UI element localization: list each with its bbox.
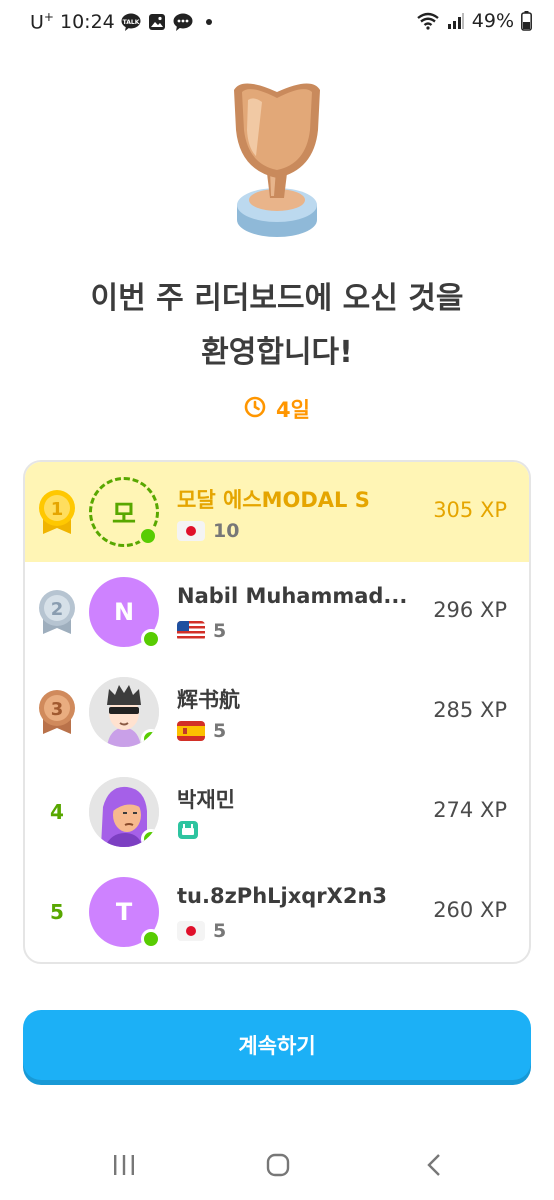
- rank-number: 4: [50, 800, 64, 824]
- avatar[interactable]: 모: [89, 477, 159, 547]
- gold-medal-icon: 1: [33, 486, 81, 538]
- clock-icon: [244, 396, 266, 423]
- signal-icon: [446, 11, 466, 31]
- xp-value: 285 XP: [433, 698, 507, 722]
- bronze-trophy-icon: [222, 70, 332, 250]
- spain-flag-icon: [177, 721, 205, 741]
- continue-button[interactable]: 계속하기: [23, 1010, 531, 1080]
- page-title: 이번 주 리더보드에 오신 것을 환영합니다!: [0, 272, 554, 380]
- user-name: 모달 에스MODAL S: [177, 488, 370, 512]
- leaderboard-row[interactable]: 2 N Nabil Muhammad... 5 296 XP: [25, 562, 529, 662]
- svg-text:TALK: TALK: [122, 19, 139, 26]
- home-icon[interactable]: [258, 1150, 298, 1180]
- online-indicator: [141, 729, 159, 747]
- back-icon[interactable]: [414, 1150, 454, 1180]
- streak-count: 5: [213, 920, 227, 942]
- svg-text:3: 3: [51, 699, 64, 720]
- svg-text:1: 1: [51, 499, 64, 520]
- title-line-1: 이번 주 리더보드에 오신 것을: [90, 281, 464, 316]
- avatar[interactable]: T: [89, 877, 161, 949]
- system-nav-bar: [0, 1130, 554, 1200]
- leaderboard-row[interactable]: 5 T tu.8zPhLjxqrX2n3 5 260 XP: [25, 862, 529, 962]
- streak-count: 5: [213, 620, 227, 642]
- talk-icon: TALK: [121, 12, 141, 32]
- japan-flag-icon: [177, 921, 205, 941]
- clock: 10:24: [59, 10, 115, 33]
- user-name: 박재민: [177, 788, 235, 812]
- svg-text:2: 2: [51, 599, 64, 620]
- time-remaining: 4일: [0, 394, 554, 424]
- user-meta: 5: [177, 620, 226, 642]
- xp-value: 260 XP: [433, 898, 507, 922]
- xp-value: 274 XP: [433, 798, 507, 822]
- user-meta: [177, 820, 207, 840]
- status-bar: U+ 10:24 TALK 49%: [0, 0, 554, 48]
- battery-percent: 49%: [471, 10, 514, 32]
- leaderboard-row[interactable]: 3 辉书航 5 285 XP: [25, 662, 529, 762]
- streak-count: 5: [213, 720, 227, 742]
- user-meta: 5: [177, 720, 226, 742]
- message-icon: [173, 12, 193, 32]
- time-remaining-label: 4일: [276, 398, 310, 422]
- japan-flag-icon: [177, 521, 205, 541]
- online-indicator: [141, 829, 159, 847]
- usa-flag-icon: [177, 621, 205, 641]
- notification-dot-icon: [199, 12, 219, 32]
- avatar[interactable]: N: [89, 577, 161, 649]
- streak-count: 10: [213, 520, 240, 542]
- wifi-icon: [416, 11, 440, 31]
- recent-apps-icon[interactable]: [104, 1150, 144, 1180]
- battery-icon: [520, 11, 532, 31]
- xp-value: 305 XP: [433, 498, 507, 522]
- user-name: tu.8zPhLjxqrX2n3: [177, 884, 388, 908]
- rank-number: 5: [50, 900, 64, 924]
- leaderboard: 1 모 모달 에스MODAL S 10 305 XP 2 N Nabil Muh…: [23, 460, 531, 964]
- avatar[interactable]: [89, 677, 159, 747]
- silver-medal-icon: 2: [33, 586, 81, 638]
- user-meta: 10: [177, 520, 239, 542]
- user-name: Nabil Muhammad...: [177, 584, 408, 608]
- avatar[interactable]: [89, 777, 159, 847]
- carrier-label: U+: [30, 10, 54, 34]
- online-indicator: [141, 629, 161, 649]
- calendar-badge-icon: [177, 820, 199, 840]
- online-indicator: [141, 929, 161, 949]
- gallery-icon: [147, 12, 167, 32]
- user-name: 辉书航: [177, 688, 240, 712]
- leaderboard-row[interactable]: 1 모 모달 에스MODAL S 10 305 XP: [25, 462, 529, 562]
- bronze-medal-icon: 3: [33, 686, 81, 738]
- online-indicator: [138, 526, 158, 546]
- title-line-2: 환영합니다!: [201, 335, 353, 370]
- user-meta: 5: [177, 920, 226, 942]
- leaderboard-row[interactable]: 4 박재민 274 XP: [25, 762, 529, 862]
- xp-value: 296 XP: [433, 598, 507, 622]
